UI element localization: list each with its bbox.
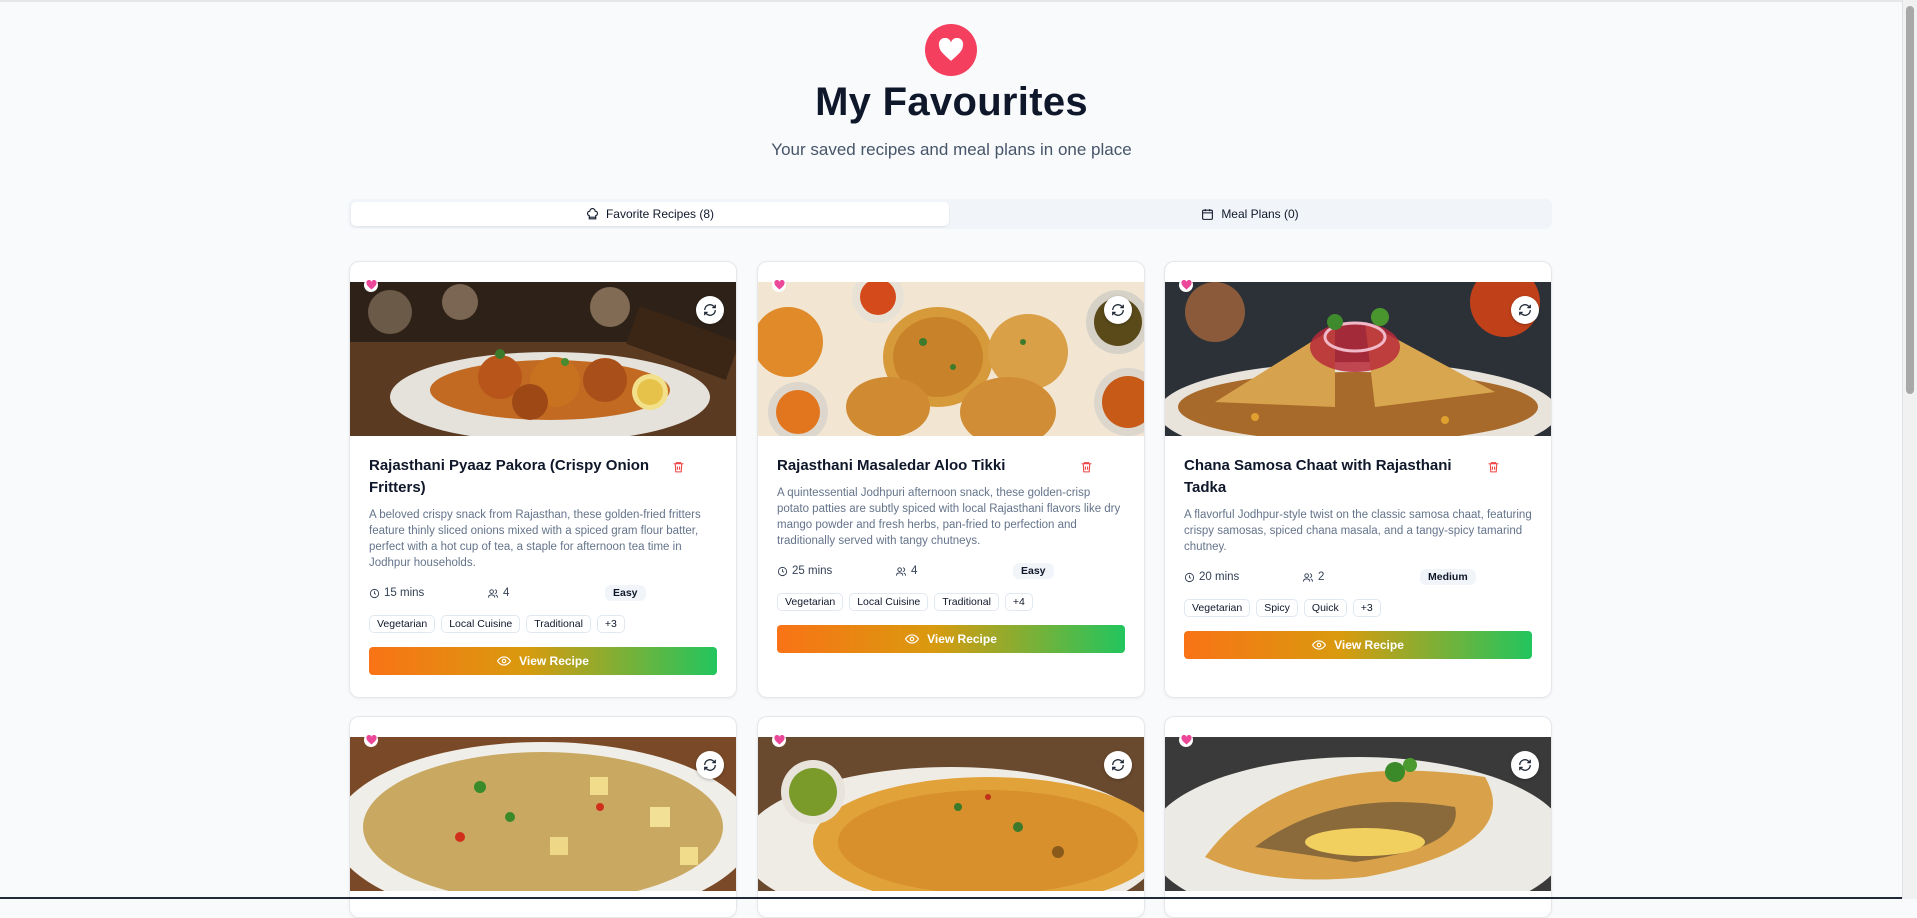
recipe-card-body: Rajasthani Pyaaz Pakora (Crispy Onion Fr… xyxy=(369,436,717,675)
favourites-tabs: Favorite Recipes (8) Meal Plans (0) xyxy=(348,199,1552,229)
tag: Vegetarian xyxy=(777,593,844,611)
page-title: My Favourites xyxy=(815,80,1088,124)
recipe-description: A beloved crispy snack from Rajasthan, t… xyxy=(369,509,701,569)
recipe-card xyxy=(349,716,737,918)
tag: Traditional xyxy=(526,615,591,633)
recipe-title: Rajasthani Masaledar Aloo Tikki xyxy=(777,457,1006,474)
tag: Quick xyxy=(1303,599,1347,617)
recipe-servings: 4 xyxy=(895,565,917,577)
tag-more: +4 xyxy=(1004,593,1033,611)
refresh-icon xyxy=(704,759,716,771)
refresh-button[interactable] xyxy=(696,296,724,324)
refresh-button[interactable] xyxy=(1511,751,1539,779)
recipe-tags: Vegetarian Local Cuisine Traditional +4 xyxy=(777,593,1125,611)
favorite-heart-icon[interactable] xyxy=(772,278,786,292)
eye-icon xyxy=(497,656,512,666)
recipe-image xyxy=(350,737,736,891)
favorite-heart-icon[interactable] xyxy=(772,733,786,747)
recipe-title: Chana Samosa Chaat with Rajasthani Tadka xyxy=(1184,457,1452,496)
refresh-button[interactable] xyxy=(1104,751,1132,779)
recipe-title: Rajasthani Pyaaz Pakora (Crispy Onion Fr… xyxy=(369,457,650,496)
refresh-icon xyxy=(704,304,716,316)
refresh-button[interactable] xyxy=(1104,296,1132,324)
recipe-time: 20 mins xyxy=(1184,571,1239,583)
refresh-button[interactable] xyxy=(1511,296,1539,324)
page-subtitle: Your saved recipes and meal plans in one… xyxy=(771,140,1132,159)
recipe-card: Chana Samosa Chaat with Rajasthani Tadka… xyxy=(1164,261,1552,698)
top-border xyxy=(0,0,1903,2)
tag: Vegetarian xyxy=(1184,599,1251,617)
recipe-description: A flavorful Jodhpur-style twist on the c… xyxy=(1184,509,1532,553)
recipe-image xyxy=(1165,737,1551,891)
tag-more: +3 xyxy=(596,615,625,633)
view-recipe-button[interactable]: View Recipe xyxy=(777,625,1125,653)
delete-icon[interactable] xyxy=(1487,460,1500,479)
recipe-servings: 4 xyxy=(487,587,509,599)
tag: Local Cuisine xyxy=(849,593,929,611)
delete-icon[interactable] xyxy=(1080,460,1093,479)
refresh-icon xyxy=(1519,759,1531,771)
clock-icon xyxy=(1184,572,1195,582)
favorite-heart-icon[interactable] xyxy=(364,733,378,747)
refresh-icon xyxy=(1112,759,1124,771)
recipe-description: A quintessential Jodhpuri afternoon snac… xyxy=(777,487,1121,547)
chef-hat-icon xyxy=(587,207,598,219)
recipe-card-body: Rajasthani Masaledar Aloo Tikki A quinte… xyxy=(777,436,1125,653)
view-recipe-button[interactable]: View Recipe xyxy=(1184,631,1532,659)
recipe-meta: 15 mins 4 Easy xyxy=(369,585,717,603)
favorite-heart-icon[interactable] xyxy=(364,278,378,292)
recipe-tags: Vegetarian Spicy Quick +3 xyxy=(1184,599,1532,617)
page-scrollbar[interactable] xyxy=(1902,0,1917,899)
difficulty-badge: Medium xyxy=(1420,569,1476,585)
tag-more: +3 xyxy=(1352,599,1381,617)
refresh-icon xyxy=(1112,304,1124,316)
favorite-heart-icon[interactable] xyxy=(1179,278,1193,292)
recipe-card: Rajasthani Pyaaz Pakora (Crispy Onion Fr… xyxy=(349,261,737,698)
difficulty-badge: Easy xyxy=(1013,563,1054,579)
recipe-image xyxy=(350,282,736,436)
eye-icon xyxy=(1312,640,1327,650)
refresh-button[interactable] xyxy=(696,751,724,779)
recipe-time: 25 mins xyxy=(777,565,832,577)
favourites-heart-icon xyxy=(925,24,977,76)
recipe-card: Rajasthani Masaledar Aloo Tikki A quinte… xyxy=(757,261,1145,698)
users-icon xyxy=(1302,572,1314,582)
tab-meal-plans-label: Meal Plans (0) xyxy=(1221,207,1299,221)
recipe-image xyxy=(758,282,1144,436)
clock-icon xyxy=(369,588,380,598)
eye-icon xyxy=(905,634,920,644)
refresh-icon xyxy=(1519,304,1531,316)
recipe-meta: 25 mins 4 Easy xyxy=(777,563,1125,581)
recipe-image xyxy=(758,737,1144,891)
recipe-card-body: Chana Samosa Chaat with Rajasthani Tadka… xyxy=(1184,436,1532,659)
clock-icon xyxy=(777,566,788,576)
delete-icon[interactable] xyxy=(672,460,685,479)
favorite-heart-icon[interactable] xyxy=(1179,733,1193,747)
recipe-tags: Vegetarian Local Cuisine Traditional +3 xyxy=(369,615,717,633)
users-icon xyxy=(895,566,907,576)
scrollbar-thumb[interactable] xyxy=(1906,6,1914,394)
recipe-card xyxy=(1164,716,1552,918)
tag: Spicy xyxy=(1256,599,1298,617)
tab-favorite-recipes[interactable]: Favorite Recipes (8) xyxy=(351,202,949,226)
recipe-meta: 20 mins 2 Medium xyxy=(1184,569,1532,587)
tag: Vegetarian xyxy=(369,615,436,633)
tag: Local Cuisine xyxy=(441,615,521,633)
tab-meal-plans[interactable]: Meal Plans (0) xyxy=(951,202,1549,226)
recipe-servings: 2 xyxy=(1302,571,1324,583)
view-recipe-button[interactable]: View Recipe xyxy=(369,647,717,675)
recipe-card xyxy=(757,716,1145,918)
users-icon xyxy=(487,588,499,598)
recipe-image xyxy=(1165,282,1551,436)
calendar-icon xyxy=(1202,208,1214,220)
difficulty-badge: Easy xyxy=(605,585,646,601)
tag: Traditional xyxy=(934,593,999,611)
recipe-time: 15 mins xyxy=(369,587,424,599)
tab-favorite-recipes-label: Favorite Recipes (8) xyxy=(605,207,715,221)
